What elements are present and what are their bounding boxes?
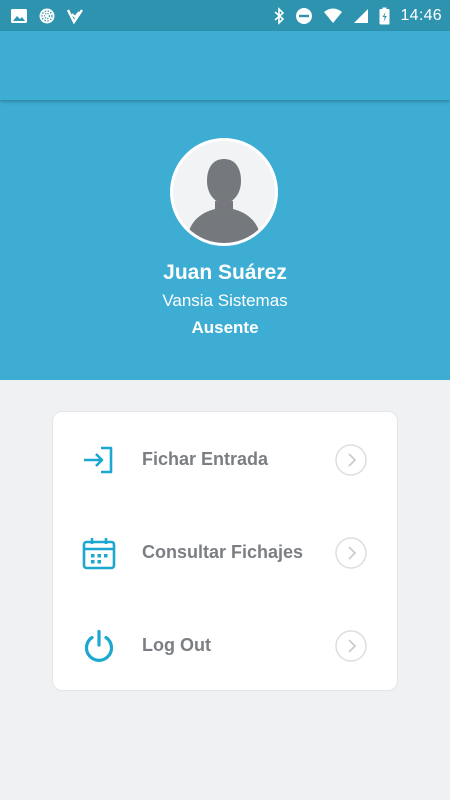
menu-item-fichar-entrada[interactable]: Fichar Entrada bbox=[53, 425, 397, 495]
attendance-status: Ausente bbox=[191, 318, 259, 337]
status-bar-right: 14:46 bbox=[273, 7, 442, 25]
image-icon bbox=[11, 8, 27, 23]
power-icon bbox=[84, 629, 114, 662]
bluetooth-icon bbox=[274, 6, 285, 25]
chevron-right-icon bbox=[335, 537, 367, 569]
app-check-icon bbox=[66, 8, 83, 24]
menu-card: Fichar Entrada Consultar Fichajes Log Ou… bbox=[52, 411, 398, 691]
menu-item-consultar-fichajes[interactable]: Consultar Fichajes bbox=[53, 518, 397, 588]
menu-item-label: Fichar Entrada bbox=[142, 449, 269, 469]
avatar bbox=[170, 138, 278, 246]
do-not-disturb-icon bbox=[296, 7, 313, 24]
company-name: Vansia Sistemas bbox=[162, 291, 288, 310]
wifi-icon bbox=[324, 8, 343, 23]
menu-item-label: Log Out bbox=[142, 635, 211, 655]
status-bar: 14:46 bbox=[0, 0, 450, 31]
menu-item-log-out[interactable]: Log Out bbox=[53, 611, 397, 681]
sync-icon bbox=[39, 8, 55, 23]
calendar-icon bbox=[82, 538, 116, 570]
status-bar-time: 14:46 bbox=[400, 6, 442, 24]
sign-in-icon bbox=[84, 446, 113, 474]
signal-icon bbox=[354, 8, 369, 23]
user-name: Juan Suárez bbox=[163, 261, 287, 284]
battery-icon bbox=[379, 7, 390, 24]
profile-header: Juan Suárez Vansia Sistemas Ausente bbox=[0, 100, 450, 380]
app-bar bbox=[0, 31, 450, 100]
status-bar-left bbox=[10, 7, 84, 25]
chevron-right-icon bbox=[335, 444, 367, 476]
chevron-right-icon bbox=[335, 630, 367, 662]
user-silhouette-icon bbox=[189, 159, 259, 243]
menu-item-label: Consultar Fichajes bbox=[142, 542, 304, 562]
